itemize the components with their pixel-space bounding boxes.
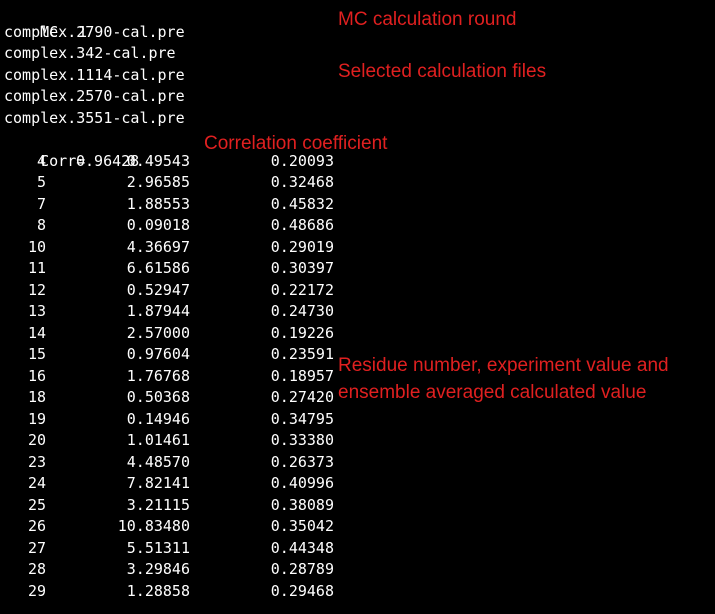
residue-number-cell: 18 bbox=[27, 388, 46, 406]
experiment-value-cell: 1.76768 bbox=[126, 366, 190, 385]
annotation-selected-files: Selected calculation files bbox=[338, 61, 547, 82]
experiment-value-cell: 0.49543 bbox=[126, 151, 190, 170]
residue-number-cell: 5 bbox=[36, 173, 46, 191]
experiment-value-cell: 1.88553 bbox=[126, 194, 190, 213]
experiment-value-cell: 3.29846 bbox=[126, 560, 190, 578]
file-line: complex.2790-cal.pre bbox=[4, 22, 185, 41]
annotation-mc-round: MC calculation round bbox=[338, 9, 517, 30]
calculated-value-cell: 0.34795 bbox=[270, 409, 334, 428]
mc-round-line: MC 1 bbox=[4, 0, 87, 41]
residue-number-cell: 8 bbox=[36, 216, 46, 234]
residue-number-cell: 19 bbox=[27, 409, 46, 428]
experiment-value-cell: 0.52947 bbox=[126, 280, 190, 299]
experiment-value-cell: 1.28858 bbox=[126, 581, 190, 600]
calculated-value-cell: 0.38089 bbox=[270, 495, 334, 514]
calculated-value-cell: 0.40996 bbox=[270, 474, 334, 492]
annotation-residue-line1: Residue number, experiment value and bbox=[338, 355, 669, 376]
experiment-value-cell: 4.48570 bbox=[126, 452, 190, 471]
residue-number-cell: 16 bbox=[27, 366, 46, 385]
residue-number-cell: 24 bbox=[27, 474, 46, 492]
experiment-value-cell: 0.14946 bbox=[126, 409, 190, 428]
experiment-value-cell: 0.97604 bbox=[126, 345, 190, 363]
calculated-value-cell: 0.33380 bbox=[270, 431, 334, 449]
calculated-value-cell: 0.30397 bbox=[270, 259, 334, 277]
experiment-value-cell: 10.83480 bbox=[117, 517, 190, 535]
calculated-value-cell: 0.32468 bbox=[270, 173, 334, 191]
residue-number-cell: 11 bbox=[27, 259, 46, 277]
experiment-value-cell: 1.87944 bbox=[126, 302, 190, 320]
calculated-value-cell: 0.23591 bbox=[270, 345, 334, 363]
calculated-value-cell: 0.22172 bbox=[270, 280, 334, 299]
residue-number-cell: 25 bbox=[27, 495, 46, 514]
experiment-value-cell: 6.61586 bbox=[126, 259, 190, 277]
residue-number-cell: 10 bbox=[27, 237, 46, 256]
calculated-value-cell: 0.45832 bbox=[270, 194, 334, 213]
residue-number-cell: 23 bbox=[27, 452, 46, 471]
calculated-value-cell: 0.28789 bbox=[270, 560, 334, 578]
calculated-value-cell: 0.29019 bbox=[270, 237, 334, 256]
residue-number-cell: 20 bbox=[27, 431, 46, 449]
calculated-value-cell: 0.26373 bbox=[270, 452, 334, 471]
calculated-value-cell: 0.44348 bbox=[270, 538, 334, 557]
experiment-value-cell: 4.36697 bbox=[126, 237, 190, 256]
annotation-correlation: Correlation coefficient bbox=[204, 133, 388, 154]
experiment-value-cell: 3.21115 bbox=[126, 495, 190, 514]
calculated-value-cell: 0.24730 bbox=[270, 302, 334, 320]
experiment-value-cell: 2.57000 bbox=[126, 323, 190, 342]
annotation-residue-line2: ensemble averaged calculated value bbox=[338, 382, 647, 403]
terminal-output: MC 1 complex.2790-cal.pre complex.342-cal… bbox=[0, 0, 715, 614]
residue-number-cell: 15 bbox=[27, 345, 46, 363]
experiment-value-cell: 5.51311 bbox=[126, 538, 190, 557]
calculated-value-cell: 0.27420 bbox=[270, 388, 334, 406]
file-line: complex.342-cal.pre bbox=[4, 44, 176, 62]
corr-line: Corr= 0.96428 bbox=[4, 129, 139, 170]
calculated-value-cell: 0.48686 bbox=[270, 216, 334, 234]
calculated-value-cell: 0.18957 bbox=[270, 366, 334, 385]
experiment-value-cell: 0.09018 bbox=[126, 216, 190, 234]
residue-number-cell: 13 bbox=[27, 302, 46, 320]
experiment-value-cell: 7.82141 bbox=[126, 474, 190, 492]
residue-number-cell: 12 bbox=[27, 280, 46, 299]
file-line: complex.3551-cal.pre bbox=[4, 108, 185, 127]
residue-number-cell: 4 bbox=[36, 151, 46, 170]
experiment-value-cell: 0.50368 bbox=[126, 388, 190, 406]
calculated-value-cell: 0.19226 bbox=[270, 323, 334, 342]
residue-number-cell: 29 bbox=[27, 581, 46, 600]
calculated-value-cell: 0.35042 bbox=[270, 517, 334, 535]
experiment-value-cell: 1.01461 bbox=[126, 431, 190, 449]
residue-number-cell: 28 bbox=[27, 560, 46, 578]
residue-number-cell: 26 bbox=[27, 517, 46, 535]
file-line: complex.1114-cal.pre bbox=[4, 65, 185, 84]
calculated-value-cell: 0.29468 bbox=[270, 581, 334, 600]
file-line: complex.2570-cal.pre bbox=[4, 87, 185, 105]
experiment-value-cell: 2.96585 bbox=[126, 173, 190, 191]
residue-number-cell: 7 bbox=[36, 194, 46, 213]
residue-number-cell: 27 bbox=[27, 538, 46, 557]
residue-number-cell: 14 bbox=[27, 323, 46, 342]
